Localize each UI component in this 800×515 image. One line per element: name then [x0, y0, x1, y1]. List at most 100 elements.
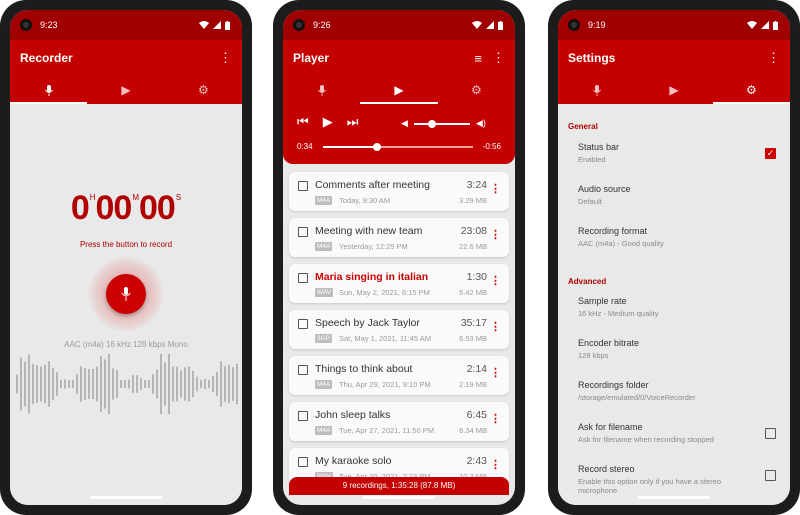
more-vert-icon[interactable]: ⋮ [219, 50, 232, 66]
recording-size: 6.53 MB [459, 334, 487, 343]
recording-size: 5.42 MB [459, 288, 487, 297]
remaining-time: -0:56 [482, 142, 501, 151]
tab-player[interactable]: ▶ [360, 76, 438, 104]
record-button[interactable] [106, 274, 146, 314]
gesture-bar[interactable] [90, 496, 162, 499]
record-hint: Press the button to record [79, 240, 173, 249]
phone-player: 9:26 Player ≡ ⋮ ▶ ⚙ ⏮ ▶ ⏭ ◀ ◀) 0:34 -0:5… [273, 0, 525, 515]
tab-recorder[interactable] [10, 76, 88, 104]
gear-icon: ⚙ [745, 83, 757, 97]
list-item[interactable]: Speech by Jack Taylor 35:17 3GP Sat, May… [289, 310, 509, 349]
waveform-bar [200, 380, 202, 388]
list-item[interactable]: Things to think about 2:14 M4A Thu, Apr … [289, 356, 509, 395]
waveform-bar [204, 378, 206, 390]
waveform-bar [44, 364, 46, 404]
setting-checkbox[interactable]: ✓ [765, 148, 776, 159]
seek-slider[interactable] [322, 142, 473, 151]
volume-slider-knob[interactable] [427, 119, 436, 128]
phone-recorder: 9:23 Recorder ⋮ ▶ ⚙ 0H00M00S Press the b… [0, 0, 252, 515]
setting-checkbox[interactable] [765, 428, 776, 439]
setting-item[interactable]: Recordings folder/storage/emulated/0/Voi… [578, 380, 776, 402]
waveform-bar [232, 367, 234, 401]
waveform-bar [164, 362, 166, 406]
tab-player[interactable]: ▶ [635, 76, 712, 104]
play-icon[interactable]: ▶ [323, 114, 333, 130]
timer-seconds-unit: S [175, 193, 181, 202]
waveform-bar [184, 367, 186, 401]
tab-recorder[interactable] [558, 76, 635, 104]
waveform-bar [160, 354, 162, 414]
more-vert-icon[interactable]: ⋮ [767, 50, 780, 66]
list-item[interactable]: Maria singing in italian 1:30 WAV Sun, M… [289, 264, 509, 303]
item-checkbox[interactable] [298, 411, 308, 421]
list-item[interactable]: Meeting with new team 23:08 M4A Yesterda… [289, 218, 509, 257]
waveform-bar [196, 376, 198, 392]
skip-previous-icon[interactable]: ⏮ [297, 114, 309, 130]
tab-settings[interactable]: ⚙ [712, 76, 790, 104]
volume-slider[interactable] [413, 119, 470, 128]
waveform-bar [212, 376, 214, 392]
setting-item[interactable]: Record stereo Enable this option only if … [578, 464, 776, 495]
setting-item[interactable]: Ask for filename Ask for filename when re… [578, 422, 776, 444]
status-time: 9:26 [313, 20, 331, 30]
recording-duration: 6:45 [466, 409, 487, 421]
item-checkbox[interactable] [298, 181, 308, 191]
tab-settings[interactable]: ⚙ [438, 76, 515, 104]
more-vert-icon[interactable]: ⋮ [490, 320, 501, 333]
setting-item[interactable]: Audio source Default [578, 184, 776, 206]
more-vert-icon[interactable]: ⋮ [490, 458, 501, 471]
gesture-bar[interactable] [363, 496, 435, 499]
more-vert-icon[interactable]: ⋮ [490, 182, 501, 195]
item-checkbox[interactable] [298, 457, 308, 467]
item-checkbox[interactable] [298, 273, 308, 283]
camera-cutout [568, 19, 580, 31]
format-info: AAC (m4a) 16 kHz 128 kbps Mono [64, 340, 188, 349]
more-vert-icon[interactable]: ⋮ [492, 50, 505, 66]
waveform-bar [192, 370, 194, 398]
waveform-bar [140, 378, 142, 390]
waveform-bar [84, 368, 86, 400]
setting-item[interactable]: Encoder bitrate 128 kbps [578, 338, 776, 360]
skip-next-icon[interactable]: ⏭ [347, 114, 359, 130]
waveform-bar [220, 361, 222, 407]
more-vert-icon[interactable]: ⋮ [490, 274, 501, 287]
tab-bar: ▶ ⚙ [558, 76, 790, 104]
item-checkbox[interactable] [298, 365, 308, 375]
setting-item[interactable]: Status bar Enabled [578, 142, 776, 164]
setting-item[interactable]: Recording format AAC (m4a) - Good quality [578, 226, 776, 248]
status-time: 9:19 [588, 20, 606, 30]
setting-item[interactable]: Sample rate 16 kHz - Medium quality [578, 296, 776, 318]
waveform-bar [52, 368, 54, 400]
item-checkbox[interactable] [298, 227, 308, 237]
system-icons [747, 20, 778, 30]
list-item[interactable]: Comments after meeting 3:24 M4A Today, 9… [289, 172, 509, 211]
transport-controls: ⏮ ▶ ⏭ [297, 114, 358, 130]
item-checkbox[interactable] [298, 319, 308, 329]
more-vert-icon[interactable]: ⋮ [490, 412, 501, 425]
recorder-body: 0H00M00S Press the button to record AAC … [10, 104, 242, 505]
gesture-bar[interactable] [638, 496, 710, 499]
status-bar: 9:26 [283, 10, 515, 40]
tab-recorder[interactable] [283, 76, 360, 104]
recorder-screen: 9:23 Recorder ⋮ ▶ ⚙ 0H00M00S Press the b… [10, 10, 242, 505]
waveform-bar [68, 380, 70, 388]
list-item[interactable]: John sleep talks 6:45 M4A Tue, Apr 27, 2… [289, 402, 509, 441]
setting-title: Audio source [578, 184, 631, 194]
more-vert-icon[interactable]: ⋮ [490, 228, 501, 241]
waveform-bar [124, 380, 126, 388]
waveform-bar [144, 380, 146, 388]
waveform-bar [176, 366, 178, 402]
tab-settings[interactable]: ⚙ [165, 76, 242, 104]
tab-player[interactable]: ▶ [87, 76, 164, 104]
section-header-general: General [568, 122, 598, 131]
waveform-bar [40, 366, 42, 402]
waveform-bar [32, 363, 34, 405]
waveform-bar [36, 365, 38, 403]
waveform-bar [120, 380, 122, 388]
seek-slider-knob[interactable] [372, 142, 381, 151]
tab-bar: ▶ ⚙ [283, 76, 515, 104]
sort-icon[interactable]: ≡ [474, 51, 482, 66]
setting-checkbox[interactable] [765, 470, 776, 481]
more-vert-icon[interactable]: ⋮ [490, 366, 501, 379]
recording-date: Thu, Apr 29, 2021, 9:10 PM [339, 380, 431, 389]
